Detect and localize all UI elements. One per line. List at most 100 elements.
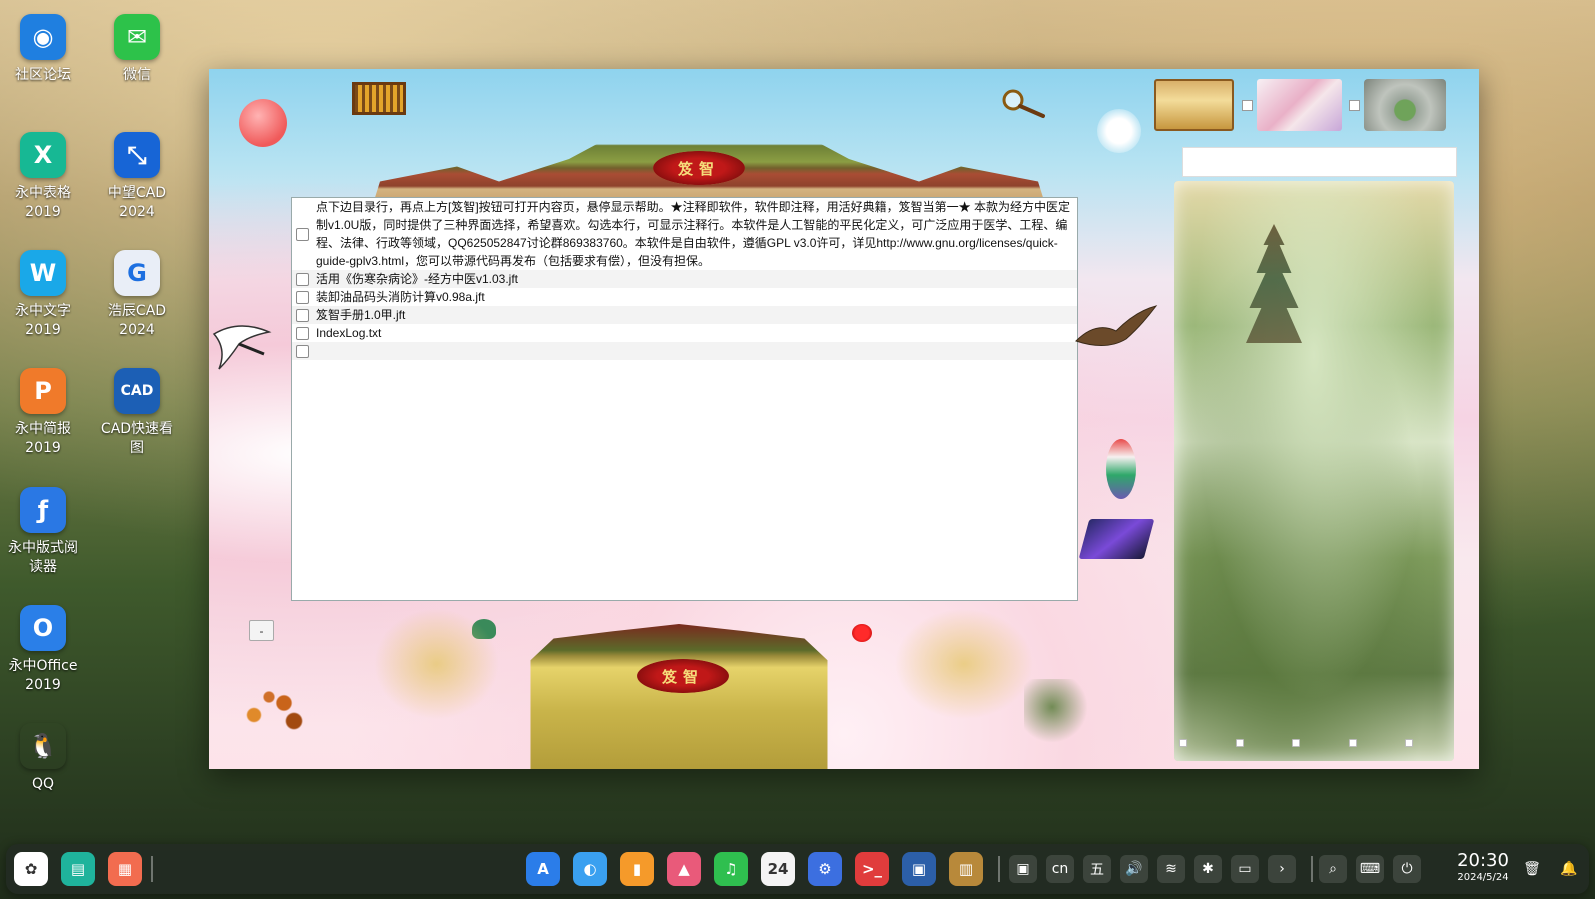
desktop-icon-yozo-office[interactable]: O 永中Office 2019 (0, 605, 86, 695)
taskbar-virtualbox-icon[interactable]: ▣ (902, 852, 936, 886)
zwcad-icon: ⤡ (114, 132, 160, 178)
tray-wubi-icon[interactable]: 五 (1083, 855, 1111, 883)
crane-decoration (212, 325, 272, 370)
tray-power-icon[interactable]: ⏻ (1393, 855, 1421, 883)
page-dot-5[interactable] (1405, 739, 1413, 747)
taskbar-photos-icon[interactable]: ▲ (667, 852, 701, 886)
collapse-button[interactable]: - (249, 620, 274, 641)
desktop-icon-yozo-present[interactable]: P 永中简报 2019 (0, 368, 86, 458)
list-item[interactable]: 点下边目录行，再点上方[笈智]按钮可打开内容页，悬停显示帮助。★注释即软件，软件… (292, 198, 1077, 270)
red-sun-decoration (239, 99, 287, 147)
taskbar-file-manager-icon[interactable]: ▮ (620, 852, 654, 886)
desktop-icon-yozo-writer[interactable]: W 永中文字 2019 (0, 250, 86, 340)
page-dot-1[interactable] (1179, 739, 1187, 747)
taiji-decoration (1106, 439, 1136, 499)
jizhi-app-window: 笈智 点下边目录行，再点上方[笈智]按钮可打开内容页，悬停显示帮助。★注释即软件… (209, 69, 1479, 769)
directory-list[interactable]: 点下边目录行，再点上方[笈智]按钮可打开内容页，悬停显示帮助。★注释即软件，软件… (291, 197, 1078, 601)
tray-wifi-icon[interactable]: ≋ (1157, 855, 1185, 883)
desktop-icon-label: 永中版式阅 读器 (8, 540, 78, 575)
list-item-label: IndexLog.txt (316, 326, 382, 340)
desktop-icon-label: QQ (31, 776, 55, 792)
taskbar-separator (1311, 856, 1313, 882)
landscape-painting (1174, 181, 1454, 761)
cad-viewer-icon: CAD (114, 368, 160, 414)
wechat-icon: ✉ (114, 14, 160, 60)
taskbar-calendar-icon[interactable]: 24 (761, 852, 795, 886)
tray-screenshot-icon[interactable]: ▣ (1009, 855, 1037, 883)
dragon-right-decoration (889, 604, 1039, 724)
taskbar-music-icon[interactable]: ♫ (714, 852, 748, 886)
tray-battery-icon[interactable]: ▭ (1231, 855, 1259, 883)
desktop-icon-yozo-reader[interactable]: ƒ 永中版式阅 读器 (0, 487, 86, 577)
taskbar-jizhi-app-icon[interactable]: ▥ (949, 852, 983, 886)
moon-gate-image-button[interactable] (1364, 79, 1446, 131)
eagle-decoration (1075, 305, 1158, 346)
list-item[interactable]: 装卸油品码头消防计算v0.98a.jft (292, 288, 1077, 306)
tray-keyboard-icon[interactable]: ⌨ (1356, 855, 1384, 883)
list-item[interactable]: 笈智手册1.0甲.jft (292, 306, 1077, 324)
tray-bluetooth-icon[interactable]: ✱ (1194, 855, 1222, 883)
desktop-icon-wechat[interactable]: ✉ 微信 (94, 14, 180, 85)
desktop-icon-label: 永中表格 2019 (15, 185, 71, 220)
tray-search-icon[interactable]: ⌕ (1319, 855, 1347, 883)
desktop-icon-zwcad[interactable]: ⤡ 中望CAD 2024 (94, 132, 180, 222)
desktop-icon-yozo-sheet[interactable]: X 永中表格 2019 (0, 132, 86, 222)
list-item-checkbox[interactable] (296, 345, 309, 358)
taskbar-launcher-icon[interactable]: ✿ (14, 852, 48, 886)
taskbar-multitask-icon[interactable]: ▤ (61, 852, 95, 886)
taskbar-browser-icon[interactable]: ◐ (573, 852, 607, 886)
desktop-icon-label: CAD快速看图 (100, 421, 174, 456)
search-input[interactable] (1182, 147, 1457, 177)
tray-input-method-icon[interactable]: cn (1046, 855, 1074, 883)
option-checkbox-2[interactable] (1349, 100, 1360, 111)
scroll-image-button[interactable] (1154, 79, 1234, 131)
jizhi-gate-button[interactable]: 笈智 (637, 659, 729, 693)
notification-bell-icon[interactable]: 🔔 (1555, 855, 1583, 883)
option-checkbox-1[interactable] (1242, 100, 1253, 111)
list-item-checkbox[interactable] (296, 273, 309, 286)
desktop-icon-label: 微信 (123, 67, 151, 83)
tray-expand-arrow-icon[interactable]: › (1268, 855, 1296, 883)
desktop-icon-community-forum[interactable]: ◉ 社区论坛 (0, 14, 86, 85)
clock-date: 2024/5/24 (1457, 872, 1509, 883)
taskbar-app-store-icon[interactable]: A (526, 852, 560, 886)
list-item-checkbox[interactable] (296, 327, 309, 340)
willow-decoration (1024, 679, 1094, 749)
trash-icon[interactable]: 🗑 (1518, 855, 1546, 883)
list-item-checkbox[interactable] (296, 309, 309, 322)
gstarcad-icon: G (114, 250, 160, 296)
list-item[interactable]: 活用《伤寒杂病论》-经方中医v1.03.jft (292, 270, 1077, 288)
taskbar-settings-icon[interactable]: ⚙ (808, 852, 842, 886)
memorial-gate-image (530, 624, 828, 769)
community-forum-icon: ◉ (20, 14, 66, 60)
page-dot-3[interactable] (1292, 739, 1300, 747)
list-item[interactable] (292, 342, 1077, 360)
desktop-icon-cad-viewer[interactable]: CAD CAD快速看图 (94, 368, 180, 458)
list-item-label: 点下边目录行，再点上方[笈智]按钮可打开内容页，悬停显示帮助。★注释即软件，软件… (316, 200, 1071, 268)
desktop-icon-gstarcad[interactable]: G 浩辰CAD 2024 (94, 250, 180, 340)
yozo-present-icon: P (20, 368, 66, 414)
taskbar-workspace-icon[interactable]: ▦ (108, 852, 142, 886)
page-dot-4[interactable] (1349, 739, 1357, 747)
desktop-icon-label: 永中Office 2019 (8, 658, 78, 693)
taskbar: 20:30 2024/5/24 🗑 🔔 ✿ ▤ ▦ A ◐ ▮ ▲ ♫ 24 ⚙ >_ ▣ ▥ ▣ cn 五 🔊… (6, 844, 1589, 894)
tray-volume-icon[interactable]: 🔊 (1120, 855, 1148, 883)
leaves-decoration (224, 679, 324, 739)
magnifier-icon[interactable] (999, 87, 1047, 119)
desktop-icon-label: 社区论坛 (15, 67, 71, 83)
list-item-label: 活用《伤寒杂病论》-经方中医v1.03.jft (316, 272, 519, 286)
list-item-label (316, 342, 1077, 360)
abacus-icon[interactable] (352, 82, 406, 115)
taskbar-separator (151, 856, 153, 882)
desktop-icon-qq[interactable]: 🐧 QQ (0, 723, 86, 794)
taskbar-separator (998, 856, 1000, 882)
desktop-icon-label: 中望CAD 2024 (107, 185, 167, 220)
taskbar-terminal-icon[interactable]: >_ (855, 852, 889, 886)
list-item[interactable]: IndexLog.txt (292, 324, 1077, 342)
cards-image-button[interactable] (1257, 79, 1342, 131)
page-dot-2[interactable] (1236, 739, 1244, 747)
list-item-checkbox[interactable] (296, 291, 309, 304)
jizhi-open-button[interactable]: 笈智 (653, 151, 745, 185)
clock[interactable]: 20:30 2024/5/24 (1453, 850, 1513, 884)
list-item-checkbox[interactable] (296, 228, 309, 241)
